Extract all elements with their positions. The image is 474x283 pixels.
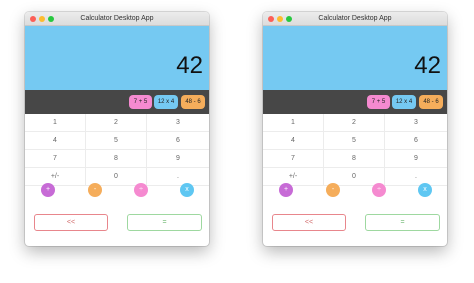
keypad-row: 789 xyxy=(263,150,447,168)
keypad-key[interactable]: 9 xyxy=(147,150,209,168)
keypad-key[interactable]: 2 xyxy=(86,114,147,132)
keypad-key[interactable]: 6 xyxy=(385,132,447,150)
calculator-window: Calculator Desktop App 42 7 + 5 12 x 4 48 - … xyxy=(263,12,447,246)
history-chip[interactable]: 48 - 6 xyxy=(181,95,205,109)
divide-button[interactable]: ÷ xyxy=(134,183,148,197)
keypad-key[interactable]: 2 xyxy=(324,114,385,132)
history-bar: 7 + 5 12 x 4 48 - 6 xyxy=(25,90,209,114)
display-panel: 42 xyxy=(263,26,447,90)
keypad-key[interactable]: 5 xyxy=(324,132,385,150)
keypad-key[interactable]: +/- xyxy=(263,168,324,186)
keypad-key[interactable]: . xyxy=(385,168,447,186)
window-title: Calculator Desktop App xyxy=(318,15,392,22)
keypad-key[interactable]: 8 xyxy=(324,150,385,168)
display-panel: 42 xyxy=(25,26,209,90)
calculator-window: Calculator Desktop App 42 7 + 5 12 x 4 48 - … xyxy=(25,12,209,246)
keypad-key[interactable]: 7 xyxy=(25,150,86,168)
keypad-key[interactable]: 9 xyxy=(385,150,447,168)
history-chip[interactable]: 48 - 6 xyxy=(419,95,443,109)
keypad-row: 456 xyxy=(25,132,209,150)
title-bar[interactable]: Calculator Desktop App xyxy=(263,12,447,26)
keypad-row: 123 xyxy=(263,114,447,132)
keypad-key[interactable]: 5 xyxy=(86,132,147,150)
divide-button[interactable]: ÷ xyxy=(372,183,386,197)
keypad-key[interactable]: 3 xyxy=(385,114,447,132)
subtract-button[interactable]: - xyxy=(88,183,102,197)
add-button[interactable]: + xyxy=(279,183,293,197)
keypad-key[interactable]: 3 xyxy=(147,114,209,132)
history-chip[interactable]: 12 x 4 xyxy=(154,95,178,109)
keypad-key[interactable]: 4 xyxy=(263,132,324,150)
backspace-button[interactable]: << xyxy=(34,214,108,231)
history-chip[interactable]: 7 + 5 xyxy=(129,95,152,109)
keypad-row: 789 xyxy=(25,150,209,168)
history-bar: 7 + 5 12 x 4 48 - 6 xyxy=(263,90,447,114)
history-chip[interactable]: 12 x 4 xyxy=(392,95,416,109)
keypad-key[interactable]: +/- xyxy=(25,168,86,186)
window-title: Calculator Desktop App xyxy=(80,15,154,22)
history-chip[interactable]: 7 + 5 xyxy=(367,95,390,109)
keypad-key[interactable]: 7 xyxy=(263,150,324,168)
multiply-button[interactable]: x xyxy=(180,183,194,197)
display-value: 42 xyxy=(414,52,441,79)
backspace-button[interactable]: << xyxy=(272,214,346,231)
keypad-key[interactable]: 1 xyxy=(25,114,86,132)
equals-button[interactable]: = xyxy=(365,214,440,231)
keypad-key[interactable]: 4 xyxy=(25,132,86,150)
subtract-button[interactable]: - xyxy=(326,183,340,197)
keypad-row: +/- 0. xyxy=(25,168,209,186)
add-button[interactable]: + xyxy=(41,183,55,197)
equals-button[interactable]: = xyxy=(127,214,202,231)
keypad-row: 123 xyxy=(25,114,209,132)
keypad-row: +/- 0. xyxy=(263,168,447,186)
keypad-key[interactable]: . xyxy=(147,168,209,186)
keypad-key[interactable]: 1 xyxy=(263,114,324,132)
display-value: 42 xyxy=(176,52,203,79)
multiply-button[interactable]: x xyxy=(418,183,432,197)
keypad-key[interactable]: 8 xyxy=(86,150,147,168)
keypad-row: 456 xyxy=(263,132,447,150)
title-bar[interactable]: Calculator Desktop App xyxy=(25,12,209,26)
keypad-key[interactable]: 6 xyxy=(147,132,209,150)
